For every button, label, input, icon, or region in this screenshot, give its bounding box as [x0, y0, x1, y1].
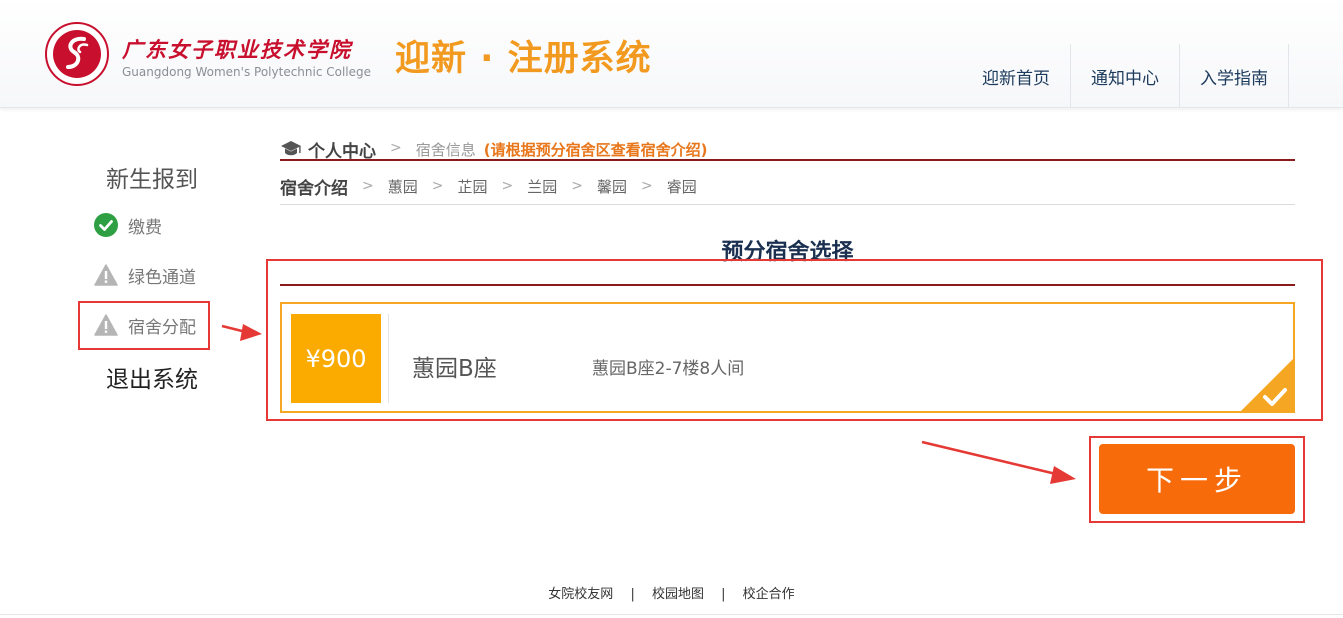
- breadcrumb-personal-center[interactable]: 个人中心: [308, 137, 376, 162]
- chevron-right-icon: >: [390, 140, 402, 156]
- footer-separator: |: [630, 587, 635, 602]
- dorm-intro-label: 宿舍介绍: [280, 179, 348, 199]
- footer-link-alumni[interactable]: 女院校友网: [548, 587, 613, 602]
- dorm-garden-rui[interactable]: 睿园: [667, 176, 697, 197]
- dorm-garden-xin[interactable]: 馨园: [597, 176, 627, 197]
- college-name-en: Guangdong Women's Polytechnic College: [122, 65, 372, 79]
- sidebar-item-payment[interactable]: 缴费: [94, 211, 162, 239]
- college-name-cn: 广东女子职业技术学院: [122, 37, 352, 62]
- top-nav: 迎新首页 通知中心 入学指南: [982, 44, 1289, 108]
- arrow-right-icon: [221, 324, 262, 341]
- annotation-box-next-button: [1089, 436, 1305, 523]
- dorm-garden-hui[interactable]: 蕙园: [388, 176, 418, 197]
- nav-enrollment-guide[interactable]: 入学指南: [1180, 44, 1289, 108]
- sidebar-item-label: 绿色通道: [128, 267, 196, 288]
- breadcrumb-hint: (请根据预分宿舍区查看宿舍介绍): [483, 141, 708, 159]
- page-footer: 女院校友网 | 校园地图 | 校企合作: [0, 583, 1343, 602]
- chevron-right-icon: >: [641, 178, 653, 194]
- nav-welcome-home[interactable]: 迎新首页: [982, 44, 1071, 108]
- sidebar-title: 新生报到: [106, 167, 198, 193]
- footer-link-campus-map[interactable]: 校园地图: [652, 587, 704, 602]
- exit-system-link[interactable]: 退出系统: [106, 360, 198, 394]
- chevron-right-icon: >: [571, 178, 583, 194]
- system-title: 迎新 · 注册系统: [395, 39, 652, 79]
- chevron-right-icon: >: [501, 178, 514, 194]
- dorm-garden-zhi[interactable]: 芷园: [457, 176, 487, 197]
- page-header: 广东女子职业技术学院 Guangdong Women's Polytechnic…: [0, 0, 1343, 108]
- warning-icon: [94, 264, 118, 286]
- check-circle-icon: [94, 213, 118, 237]
- chevron-right-icon: >: [362, 178, 374, 194]
- college-logo-emblem: [45, 22, 109, 86]
- footer-link-industry-cooperation[interactable]: 校企合作: [743, 587, 795, 602]
- sidebar-item-green-channel[interactable]: 绿色通道: [94, 261, 196, 289]
- sidebar-item-label: 缴费: [128, 217, 162, 238]
- breadcrumb: 个人中心 > 宿舍信息 (请根据预分宿舍区查看宿舍介绍): [280, 137, 1295, 162]
- dorm-garden-lan[interactable]: 兰园: [527, 176, 557, 197]
- footer-divider: [0, 614, 1343, 615]
- breadcrumb-dorm-info: 宿舍信息: [415, 141, 476, 159]
- arrow-right-icon: [921, 440, 1076, 484]
- annotation-box-dorm-menu: [78, 301, 210, 350]
- annotation-box-room-card: [266, 259, 1323, 421]
- dorm-intro-nav: 宿舍介绍 > 蕙园 > 芷园 > 兰园 > 馨园 > 睿园: [280, 174, 1295, 205]
- footer-separator: |: [721, 587, 726, 602]
- graduation-cap-icon: [281, 141, 301, 156]
- nav-notice-center[interactable]: 通知中心: [1071, 44, 1180, 108]
- chevron-right-icon: >: [431, 178, 444, 194]
